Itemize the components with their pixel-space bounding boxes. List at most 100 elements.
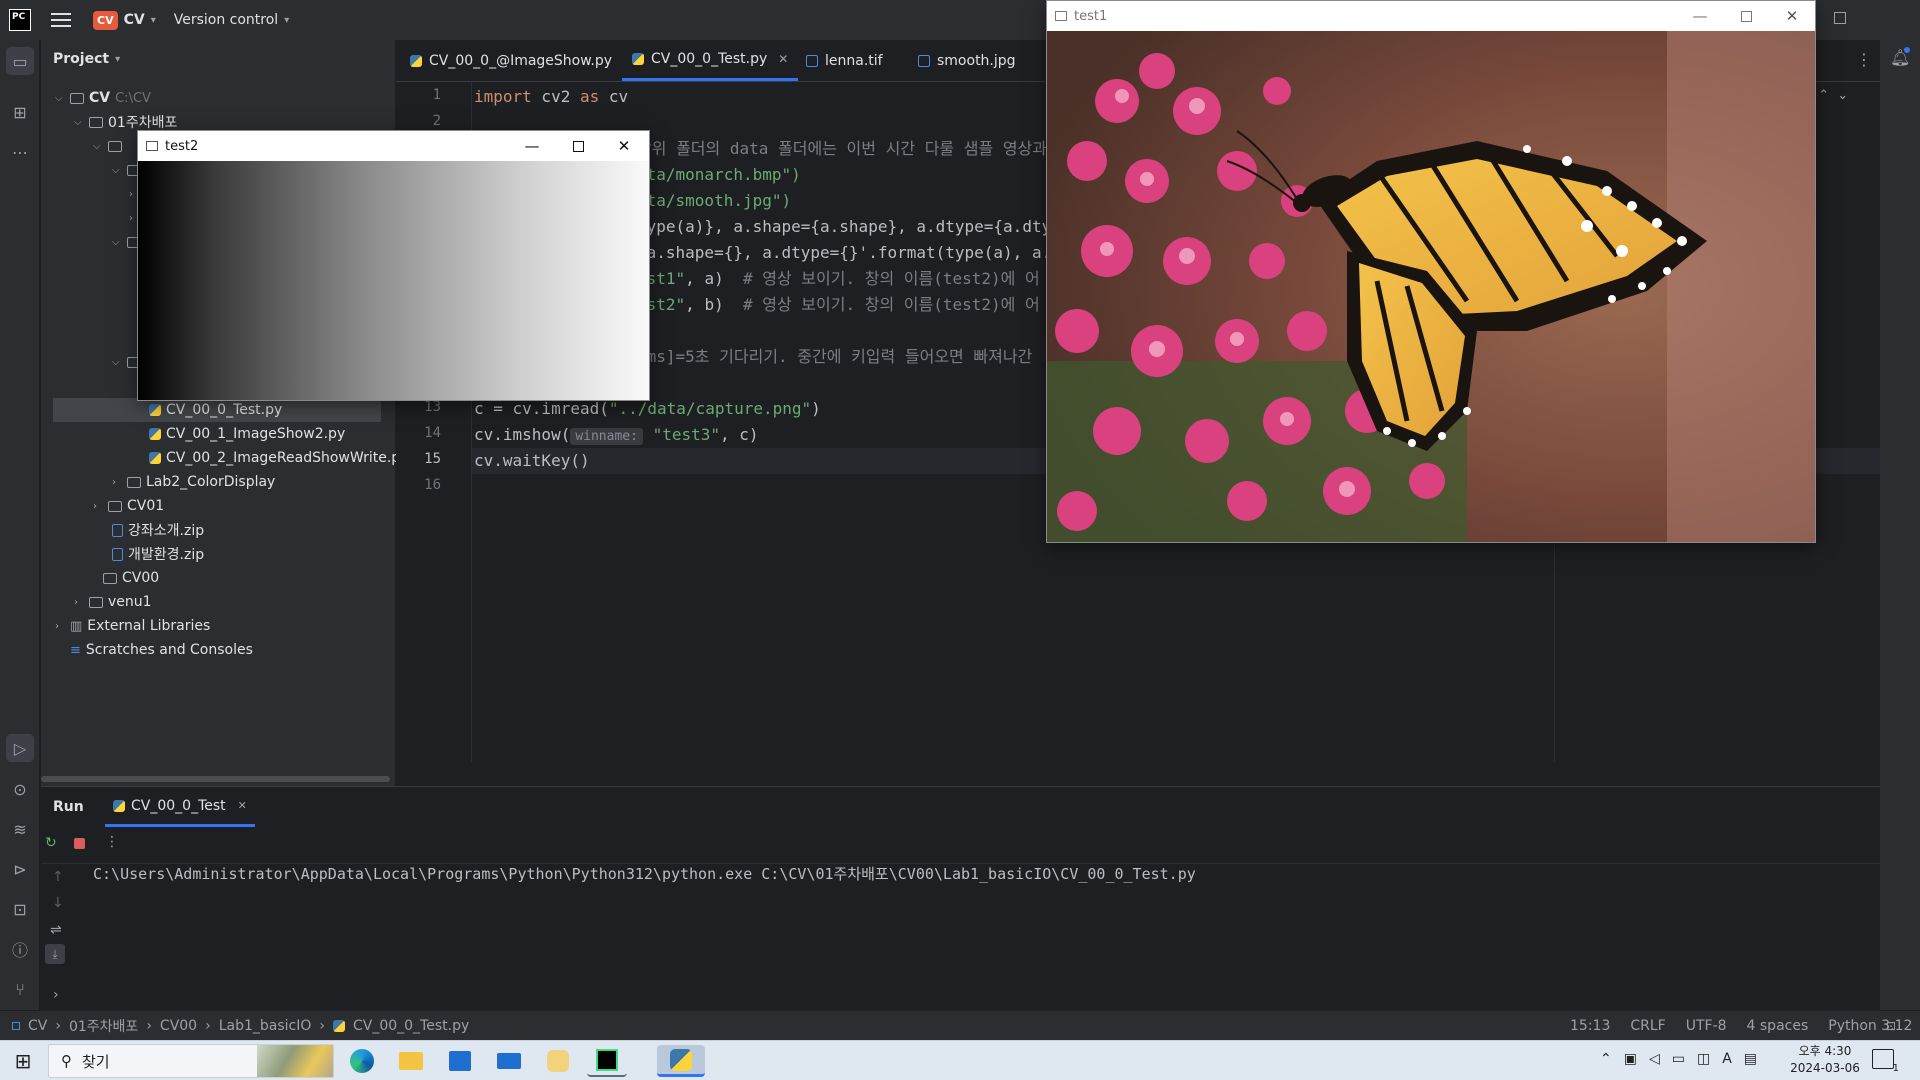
tree-item-scratches[interactable]: ≡ Scratches and Consoles <box>55 638 253 662</box>
stop-button[interactable] <box>74 838 85 849</box>
tree-item-lab2[interactable]: › Lab2_ColorDisplay <box>112 470 275 494</box>
tab-options-button[interactable]: ⋮ <box>1856 50 1872 69</box>
chevron-right-icon: › <box>55 620 59 632</box>
chevron-down-icon: ⌵ <box>74 116 82 128</box>
close-icon[interactable]: ✕ <box>778 52 788 66</box>
security-icon[interactable]: ◫ <box>1697 1051 1710 1067</box>
tab-lenna[interactable]: lenna.tif <box>806 40 883 81</box>
warning-icon: ⓘ <box>11 941 28 960</box>
action-center-button[interactable]: 1 <box>1872 1049 1899 1074</box>
project-header[interactable]: Project ▾ <box>53 51 120 67</box>
breadcrumb-item[interactable]: CV <box>28 1018 47 1034</box>
expand-icon[interactable]: › <box>53 987 59 1003</box>
run-tool-button[interactable]: ▷ <box>6 734 34 762</box>
minimize-button[interactable]: — <box>509 131 555 161</box>
project-tool-button[interactable]: ▭ <box>6 47 34 75</box>
window-app-icon <box>146 141 158 151</box>
main-menu-button[interactable] <box>51 13 71 27</box>
scroll-up-icon[interactable]: ↑ <box>52 869 64 885</box>
font-icon[interactable]: A <box>1722 1051 1732 1067</box>
python-file-icon <box>149 452 161 464</box>
tree-item-external-libraries[interactable]: › ▥ External Libraries <box>55 614 210 638</box>
network-icon[interactable]: ▭ <box>1672 1051 1685 1067</box>
tree-item-env-zip[interactable]: 개발환경.zip <box>112 542 204 566</box>
chevron-up-icon[interactable]: ⌃ <box>1600 1051 1612 1067</box>
structure-tool-button[interactable]: ⊞ <box>6 98 34 126</box>
services-button[interactable]: ⊳ <box>6 855 34 883</box>
scroll-to-end-icon[interactable]: ⤓ <box>45 944 65 964</box>
lock-icon[interactable]: ⊡ <box>1886 1019 1896 1033</box>
git-branch-icon: ⑂ <box>15 979 25 999</box>
taskbar-edge[interactable] <box>342 1045 382 1077</box>
device-icon[interactable]: ▣ <box>1624 1051 1637 1067</box>
windows-taskbar: ⊞ ⚲ 찾기 ⌃ ▣ ◁ ▭ ◫ A ▤ 오후 4:30 2024-03-06 … <box>0 1040 1920 1080</box>
line-number: 2 <box>432 113 441 129</box>
git-button[interactable]: ⑂ <box>6 975 34 1003</box>
terminal-button[interactable]: ⊡ <box>6 895 34 923</box>
taskbar-search[interactable]: ⚲ 찾기 <box>48 1044 334 1078</box>
rerun-button[interactable]: ↻ <box>45 835 57 851</box>
breadcrumb-item[interactable]: Lab1_basicIO <box>219 1018 312 1034</box>
tree-item-collapsed-1[interactable]: ⌵ <box>93 134 122 158</box>
close-button[interactable]: ✕ <box>601 131 647 161</box>
tree-item-cv00[interactable]: CV00 <box>93 566 159 590</box>
taskbar-messenger[interactable] <box>538 1045 578 1077</box>
maximize-button[interactable] <box>555 131 601 161</box>
breadcrumb-item[interactable]: 01주차배포 <box>69 1016 138 1036</box>
tree-item-test-py[interactable]: CV_00_0_Test.py <box>53 398 381 422</box>
start-button[interactable]: ⊞ <box>3 1045 43 1077</box>
clock[interactable]: 오후 4:30 2024-03-06 <box>1780 1043 1870 1077</box>
project-scrollbar[interactable] <box>41 776 390 782</box>
more-tools-button[interactable]: ⋯ <box>6 138 34 166</box>
search-placeholder: 찾기 <box>82 1052 110 1071</box>
tab-smooth[interactable]: smooth.jpg <box>918 40 1016 81</box>
tree-item-imageshow2-py[interactable]: CV_00_1_ImageShow2.py <box>149 422 345 446</box>
chevron-down-icon[interactable]: ⌄ <box>1837 88 1848 103</box>
line-number: 15 <box>424 451 441 467</box>
window-restore-button[interactable] <box>1834 12 1846 24</box>
python-console-button[interactable]: ⊙ <box>6 775 34 803</box>
line-separator[interactable]: CRLF <box>1630 1018 1665 1034</box>
tree-item-intro-zip[interactable]: 강좌소개.zip <box>112 518 204 542</box>
python-file-icon <box>410 54 422 67</box>
tree-item-venu1[interactable]: › venu1 <box>74 590 152 614</box>
tree-item-cv01[interactable]: › CV01 <box>93 494 164 518</box>
file-encoding[interactable]: UTF-8 <box>1686 1018 1727 1034</box>
ime-icon[interactable]: ▤ <box>1744 1051 1757 1067</box>
soft-wrap-icon[interactable]: ⇌ <box>50 922 62 938</box>
interpreter[interactable]: Python 3.12 <box>1828 1018 1912 1034</box>
scroll-down-icon[interactable]: ↓ <box>52 895 64 911</box>
breadcrumb-item[interactable]: CV_00_0_Test.py <box>353 1018 469 1034</box>
tab-test-py[interactable]: CV_00_0_Test.py ✕ <box>622 40 799 81</box>
chevron-down-icon: ⌵ <box>93 140 101 152</box>
close-button[interactable]: ✕ <box>1769 1 1815 31</box>
chevron-up-icon[interactable]: ⌃ <box>1818 88 1829 103</box>
taskbar-explorer[interactable] <box>391 1045 431 1077</box>
run-tab[interactable]: CV_00_0_Test ✕ <box>105 787 255 827</box>
tree-item-cv-root[interactable]: ⌵ CV C:\CV <box>55 86 151 110</box>
taskbar-python[interactable] <box>657 1045 705 1077</box>
version-control-menu[interactable]: Version control ▾ <box>174 12 290 28</box>
minimize-button[interactable]: — <box>1677 1 1723 31</box>
run-more-button[interactable]: ⋮ <box>105 834 119 850</box>
taskbar-store[interactable] <box>440 1045 480 1077</box>
python-packages-button[interactable]: ≋ <box>6 815 34 843</box>
python-console-icon: ⊙ <box>13 779 27 799</box>
run-panel: Run CV_00_0_Test ✕ ↻ ⋮ ↑ ↓ ⇌ ⤓ › C:\User… <box>41 786 1880 1020</box>
taskbar-mail[interactable] <box>489 1045 529 1077</box>
tree-item-imagereadshowwrite-py[interactable]: CV_00_2_ImageReadShowWrite.py <box>149 446 408 470</box>
tab-imageshow[interactable]: CV_00_0_@ImageShow.py <box>410 40 612 81</box>
zip-file-icon <box>112 547 123 561</box>
speaker-muted-icon[interactable]: ◁ <box>1649 1051 1660 1067</box>
close-icon[interactable]: ✕ <box>238 799 247 812</box>
indent-setting[interactable]: 4 spaces <box>1747 1018 1809 1034</box>
chevron-right-icon: › <box>319 1017 325 1034</box>
taskbar-pycharm[interactable] <box>587 1045 627 1077</box>
project-selector[interactable]: CV CV ▾ <box>93 10 156 30</box>
tree-item-label: CV01 <box>127 498 165 514</box>
caret-position[interactable]: 15:13 <box>1570 1018 1610 1034</box>
breadcrumb-item[interactable]: CV00 <box>160 1018 197 1034</box>
python-file-icon <box>113 799 125 812</box>
maximize-button[interactable] <box>1723 1 1769 31</box>
problems-button[interactable]: ⓘ <box>6 935 34 963</box>
